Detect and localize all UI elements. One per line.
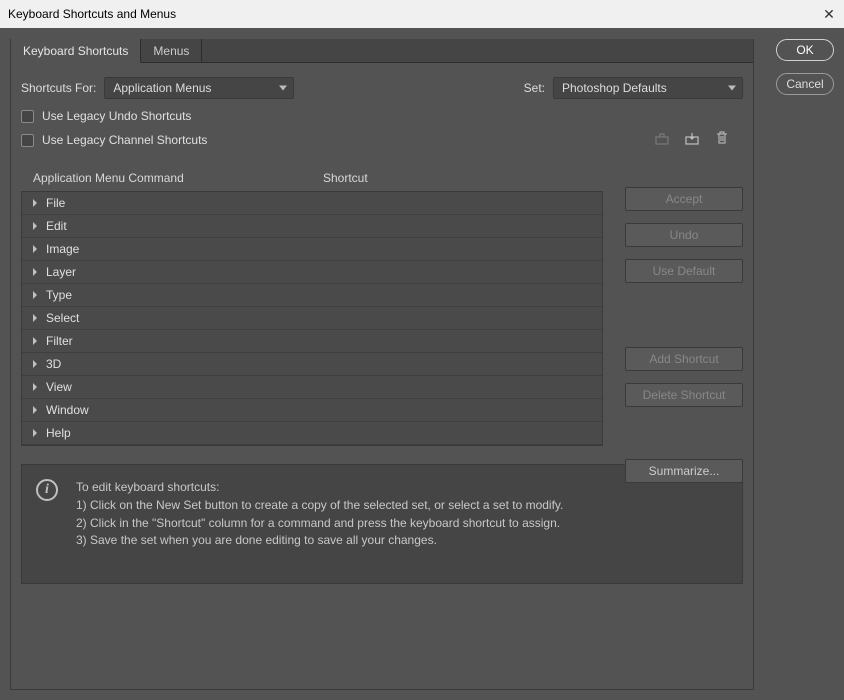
tree-row-window[interactable]: Window	[22, 399, 602, 422]
chevron-right-icon	[30, 428, 40, 438]
tree-row-select[interactable]: Select	[22, 307, 602, 330]
set-value: Photoshop Defaults	[562, 81, 667, 95]
legacy-undo-row: Use Legacy Undo Shortcuts	[11, 99, 753, 123]
col-shortcut: Shortcut	[323, 171, 603, 185]
chevron-right-icon	[30, 359, 40, 369]
info-line-2: 2) Click in the "Shortcut" column for a …	[76, 515, 563, 532]
summarize-button[interactable]: Summarize...	[625, 459, 743, 483]
chevron-down-icon	[728, 86, 736, 91]
tab-menus[interactable]: Menus	[141, 39, 202, 63]
shortcuts-for-select[interactable]: Application Menus	[104, 77, 294, 99]
side-buttons: Accept Undo Use Default Add Shortcut Del…	[625, 187, 743, 483]
chevron-right-icon	[30, 221, 40, 231]
set-icon-row	[653, 123, 753, 147]
chevron-right-icon	[30, 290, 40, 300]
legacy-channel-checkbox[interactable]	[21, 134, 34, 147]
tab-keyboard-shortcuts[interactable]: Keyboard Shortcuts	[11, 39, 141, 63]
set-label: Set:	[524, 81, 545, 95]
dialog-client: Keyboard Shortcuts Menus Shortcuts For: …	[0, 28, 844, 700]
info-heading: To edit keyboard shortcuts:	[76, 479, 563, 496]
dialog-buttons: OK Cancel	[754, 39, 834, 690]
shortcuts-for-label: Shortcuts For:	[21, 81, 96, 95]
new-set-icon[interactable]	[653, 129, 671, 147]
main-panel: Keyboard Shortcuts Menus Shortcuts For: …	[10, 39, 754, 690]
add-shortcut-button[interactable]: Add Shortcut	[625, 347, 743, 371]
info-line-3: 3) Save the set when you are done editin…	[76, 532, 563, 549]
save-set-icon[interactable]	[683, 129, 701, 147]
tree-row-type[interactable]: Type	[22, 284, 602, 307]
tab-bar: Keyboard Shortcuts Menus	[11, 39, 753, 63]
shortcuts-table: Application Menu Command Shortcut File E…	[21, 165, 603, 446]
close-icon[interactable]: ✕	[822, 7, 836, 21]
legacy-undo-checkbox[interactable]	[21, 110, 34, 123]
info-line-1: 1) Click on the New Set button to create…	[76, 497, 563, 514]
chevron-right-icon	[30, 198, 40, 208]
tree-row-file[interactable]: File	[22, 192, 602, 215]
delete-set-icon[interactable]	[713, 129, 731, 147]
use-default-button[interactable]: Use Default	[625, 259, 743, 283]
window-title: Keyboard Shortcuts and Menus	[8, 7, 822, 21]
info-icon: i	[36, 479, 58, 501]
tree-row-help[interactable]: Help	[22, 422, 602, 445]
legacy-channel-label: Use Legacy Channel Shortcuts	[42, 133, 207, 147]
delete-shortcut-button[interactable]: Delete Shortcut	[625, 383, 743, 407]
chevron-down-icon	[279, 86, 287, 91]
legacy-undo-label: Use Legacy Undo Shortcuts	[42, 109, 191, 123]
titlebar: Keyboard Shortcuts and Menus ✕	[0, 0, 844, 28]
legacy-channel-row: Use Legacy Channel Shortcuts	[11, 123, 653, 147]
ok-button[interactable]: OK	[776, 39, 834, 61]
chevron-right-icon	[30, 382, 40, 392]
shortcuts-for-value: Application Menus	[113, 81, 211, 95]
table-header: Application Menu Command Shortcut	[21, 165, 603, 191]
table-body: File Edit Image Layer Type Select Filter…	[21, 191, 603, 446]
tree-row-image[interactable]: Image	[22, 238, 602, 261]
tree-row-filter[interactable]: Filter	[22, 330, 602, 353]
chevron-right-icon	[30, 244, 40, 254]
tree-row-view[interactable]: View	[22, 376, 602, 399]
chevron-right-icon	[30, 267, 40, 277]
info-text: To edit keyboard shortcuts: 1) Click on …	[76, 479, 563, 553]
chevron-right-icon	[30, 336, 40, 346]
chevron-right-icon	[30, 405, 40, 415]
set-select[interactable]: Photoshop Defaults	[553, 77, 743, 99]
tree-row-edit[interactable]: Edit	[22, 215, 602, 238]
chevron-right-icon	[30, 313, 40, 323]
tree-row-layer[interactable]: Layer	[22, 261, 602, 284]
tree-row-3d[interactable]: 3D	[22, 353, 602, 376]
col-command: Application Menu Command	[33, 171, 323, 185]
undo-button[interactable]: Undo	[625, 223, 743, 247]
top-controls: Shortcuts For: Application Menus Set: Ph…	[11, 63, 753, 99]
cancel-button[interactable]: Cancel	[776, 73, 834, 95]
accept-button[interactable]: Accept	[625, 187, 743, 211]
